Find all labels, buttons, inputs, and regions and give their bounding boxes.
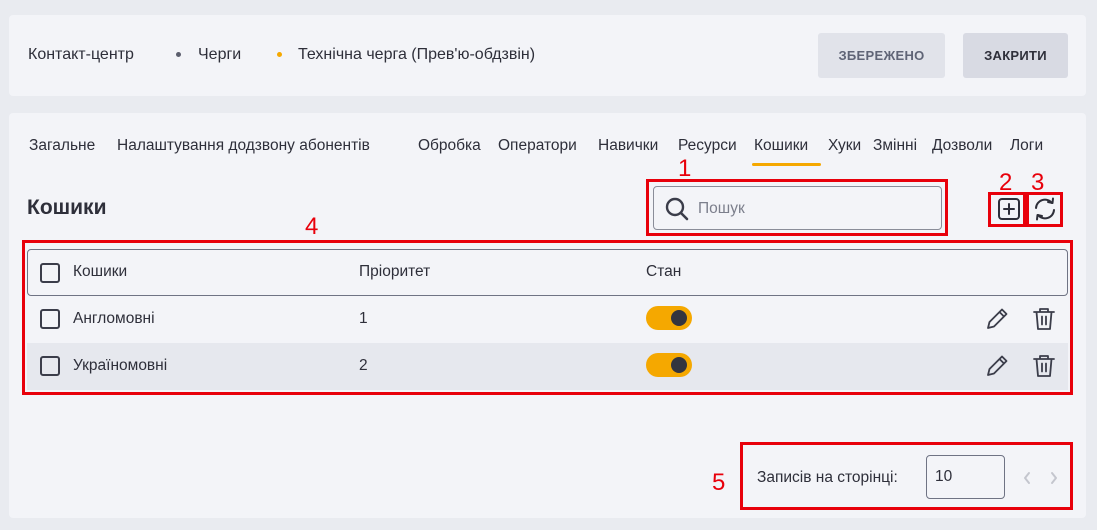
breadcrumb-item-current: Технічна черга (Прев'ю-обдзвін) (298, 46, 536, 63)
tab-permissions[interactable]: Дозволи (932, 137, 992, 155)
annotation-label: 2 (999, 169, 1013, 196)
breadcrumb-item-queues[interactable]: Черги (198, 46, 241, 64)
tab-dial-settings[interactable]: Налаштування додзвону абонентів (117, 137, 370, 155)
page-title: Кошики (27, 196, 107, 219)
annotation-box-add (988, 192, 1026, 227)
tab-baskets[interactable]: Кошики (754, 137, 808, 155)
breadcrumb-separator-active (277, 52, 282, 57)
tab-general[interactable]: Загальне (29, 137, 95, 155)
tab-hooks[interactable]: Хуки (828, 137, 861, 155)
tab-skills[interactable]: Навички (598, 137, 658, 155)
annotation-box-table (22, 240, 1073, 395)
active-tab-indicator (752, 163, 821, 166)
annotation-label: 5 (712, 469, 726, 496)
annotation-box-search (646, 179, 948, 236)
annotation-label: 4 (305, 213, 319, 240)
saved-button[interactable]: ЗБЕРЕЖЕНО (818, 33, 945, 78)
tab-variables[interactable]: Змінні (873, 137, 917, 155)
breadcrumb-item-contact-center[interactable]: Контакт-центр (28, 46, 134, 64)
annotation-label: 3 (1031, 169, 1045, 196)
tab-logs[interactable]: Логи (1010, 137, 1043, 155)
annotation-box-pagination (740, 442, 1073, 510)
breadcrumb-separator (176, 52, 181, 57)
tab-processing[interactable]: Обробка (418, 137, 481, 155)
tab-resources[interactable]: Ресурси (678, 137, 737, 155)
tab-operators[interactable]: Оператори (498, 137, 577, 155)
annotation-label: 1 (678, 155, 692, 182)
annotation-box-refresh (1026, 192, 1063, 227)
close-button[interactable]: ЗАКРИТИ (963, 33, 1068, 78)
